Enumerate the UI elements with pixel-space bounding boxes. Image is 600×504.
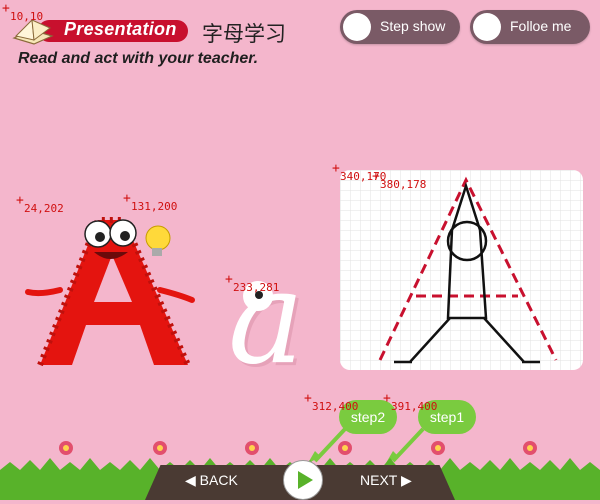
- step-show-toggle[interactable]: Step show: [340, 10, 460, 44]
- play-button[interactable]: [283, 460, 323, 500]
- toggle-knob[interactable]: [473, 13, 501, 41]
- next-label: NEXT: [360, 472, 398, 488]
- back-button[interactable]: ◀ BACK: [185, 472, 238, 489]
- instruction-text: Read and act with your teacher.: [18, 50, 259, 67]
- step-show-label: Step show: [380, 18, 446, 34]
- coord-marker: 312,400: [304, 391, 358, 413]
- follow-me-label: Folloe me: [510, 18, 572, 34]
- page-title-cn: 字母学习: [202, 22, 286, 46]
- coord-marker: 380,178: [372, 169, 426, 191]
- coord-marker: 131,200: [123, 191, 177, 213]
- coord-marker: 10,10: [2, 1, 43, 23]
- chevron-left-icon: ◀: [185, 472, 196, 488]
- coord-marker: 233,281: [225, 272, 279, 294]
- writing-guide-card: [340, 170, 583, 370]
- chevron-right-icon: ▶: [400, 472, 412, 488]
- coord-marker: 391,400: [383, 391, 437, 413]
- coord-marker: 24,202: [16, 193, 64, 215]
- page-title: Presentation: [64, 19, 177, 39]
- back-label: BACK: [199, 472, 238, 488]
- letter-a-mascot[interactable]: [20, 200, 200, 375]
- lowercase-letter-a: a: [228, 244, 305, 393]
- follow-me-toggle[interactable]: Folloe me: [470, 10, 590, 44]
- next-button[interactable]: NEXT ▶: [360, 472, 412, 489]
- letter-stroke-guide: [340, 170, 583, 370]
- play-icon: [298, 471, 313, 489]
- toggle-knob[interactable]: [343, 13, 371, 41]
